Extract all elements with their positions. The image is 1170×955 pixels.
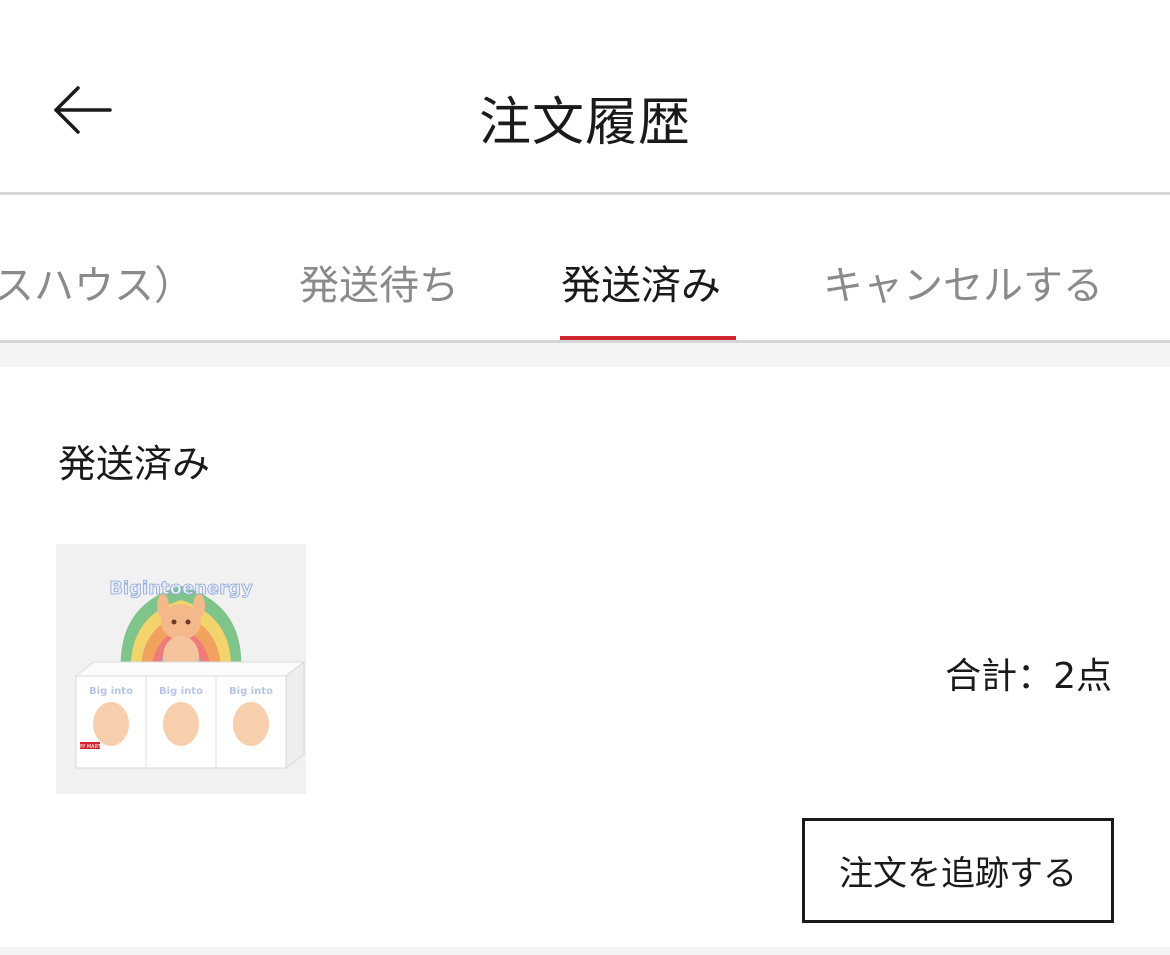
product-image: Bigintoenergy Big into Big into Big into…	[56, 544, 306, 794]
page-title: 注文履歴	[478, 93, 691, 153]
order-card: 発送済み Bigintoenergy Big into Big into Big…	[0, 367, 1170, 947]
product-box-label-text: PP MART	[79, 744, 101, 750]
product-thumbnail[interactable]: Bigintoenergy Big into Big into Big into…	[56, 544, 306, 794]
tab-cancel[interactable]: キャンセルする	[823, 253, 1103, 311]
order-status-label: 発送済み	[58, 442, 211, 486]
app-header: 注文履歴	[0, 0, 1170, 195]
mini-box-text-2: Big into	[159, 686, 203, 697]
order-total-count: 合計：2点	[945, 656, 1112, 697]
order-status-tabs: スハウス） 発送待ち 発送済み キャンセルする	[0, 195, 1170, 342]
tab-warehouse[interactable]: スハウス）	[0, 253, 194, 311]
tab-awaiting-shipment[interactable]: 発送待ち	[299, 253, 459, 311]
mini-box-text-3: Big into	[229, 686, 273, 697]
section-separator	[0, 343, 1170, 367]
bottom-separator	[0, 947, 1170, 955]
mini-box-text-1: Big into	[89, 686, 133, 697]
track-order-button[interactable]: 注文を追跡する	[802, 818, 1114, 923]
product-banner-text: Bigintoenergy	[109, 578, 253, 599]
tab-shipped[interactable]: 発送済み	[561, 253, 721, 311]
